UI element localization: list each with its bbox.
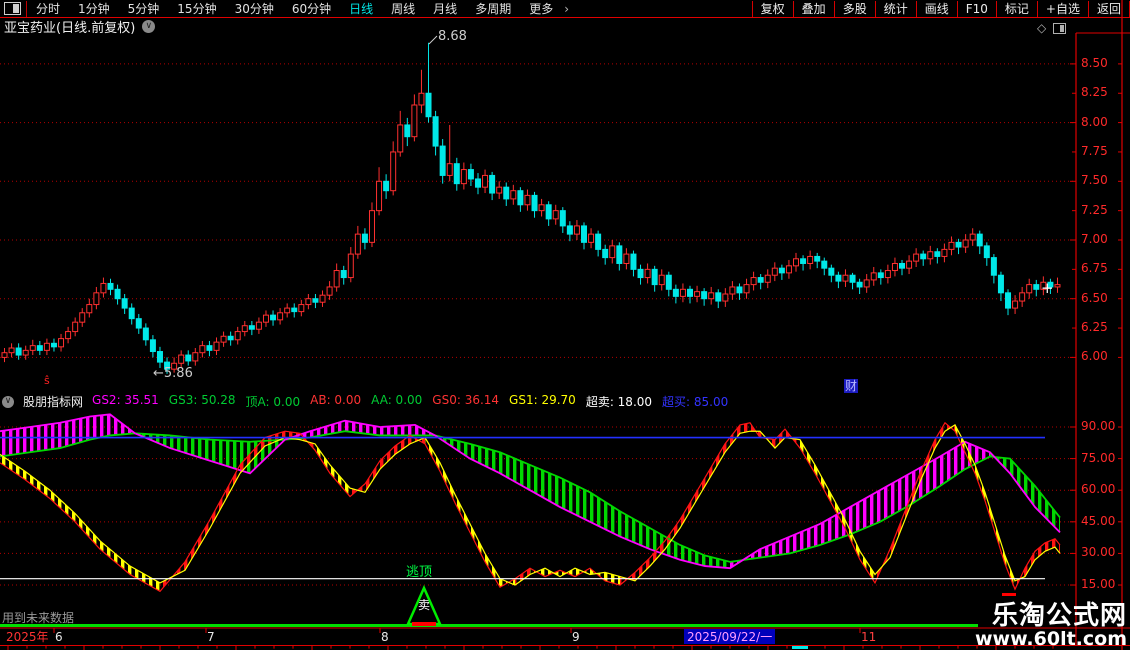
indicator-axis-label: 90.00 [1081,419,1116,433]
watermark: 乐淘公式网 www.60lt.com [974,600,1127,650]
window-icon[interactable] [1053,22,1067,34]
indicator-value-AA: AA: 0.00 [371,393,423,407]
indicator-value-AB: AB: 0.00 [310,393,362,407]
indicator-axis-label: 30.00 [1081,545,1116,560]
indicator-name[interactable]: 股朋指标网 [23,393,83,410]
watermark-line1: 乐淘公式网 [991,600,1127,631]
chevron-down-icon[interactable]: ∨ [2,395,14,408]
indicator-value-超买: 超买: 85.00 [662,395,729,409]
month-label-6: 6 [55,630,63,644]
diamond-icon[interactable]: ◇ [1037,21,1046,35]
price-axis-label: 8.50 [1081,55,1108,70]
month-label-7: 7 [207,630,215,644]
date-axis: 2025年 6 7 8 9 11 2025/09/22/一 [0,629,1130,645]
chart-canvas [0,0,1130,650]
year-label: 2025年 [6,630,49,644]
price-axis-label: 8.00 [1081,114,1108,129]
indicator-value-超卖: 超卖: 18.00 [585,395,653,409]
month-label-8: 8 [381,630,389,644]
month-label-9: 9 [572,630,580,644]
sell-label: 卖 [418,598,431,612]
indicator-value-GS3: GS3: 50.28 [168,393,236,407]
price-axis-label: 7.25 [1081,202,1108,217]
price-axis-label: 6.25 [1081,320,1108,335]
cross-marker: + [1041,279,1054,297]
price-axis-label: 7.00 [1081,232,1108,246]
future-data-warning: 用到未来数据 [2,611,75,625]
price-axis-label: 6.50 [1081,290,1108,305]
price-axis-label: 6.75 [1081,261,1108,276]
corner-icons: ◇ [1037,21,1067,35]
month-label-11: 11 [861,630,877,644]
indicator-value-GS0: GS0: 36.14 [432,393,500,407]
price-axis-label: 6.00 [1081,349,1108,364]
escape-top-label: 逃顶 [406,565,433,580]
indicator-axis-label: 45.00 [1081,513,1116,528]
indicator-values: GS2: 35.51 GS3: 50.28 顶A: 0.00 AB: 0.00 AA: … [92,393,728,410]
cai-badge[interactable]: 财 [844,379,858,393]
indicator-value-GS2: GS2: 35.51 [92,393,159,407]
indicator-value-顶A: 顶A: 0.00 [245,395,301,409]
indicator-axis-label: 75.00 [1081,450,1116,465]
watermark-line2: www.60lt.com [974,628,1127,650]
high-annotation: 8.68 [438,29,467,44]
indicator-axis-label: 15.00 [1081,577,1116,592]
indicator-header: ∨ 股朋指标网 GS2: 35.51 GS3: 50.28 顶A: 0.00 AB: … [2,393,728,410]
indicator-axis-label: 60.00 [1081,482,1116,497]
price-axis-label: 8.25 [1081,85,1108,100]
indicator-value-GS1: GS1: 29.70 [509,393,576,407]
price-axis-label: 7.75 [1081,143,1108,158]
low-annotation: ←5.86 [153,366,193,381]
sell-signal-marker: ŝ [44,374,50,387]
price-axis-label: 7.50 [1081,173,1108,188]
crosshair-date-badge: 2025/09/22/一 [684,629,776,644]
